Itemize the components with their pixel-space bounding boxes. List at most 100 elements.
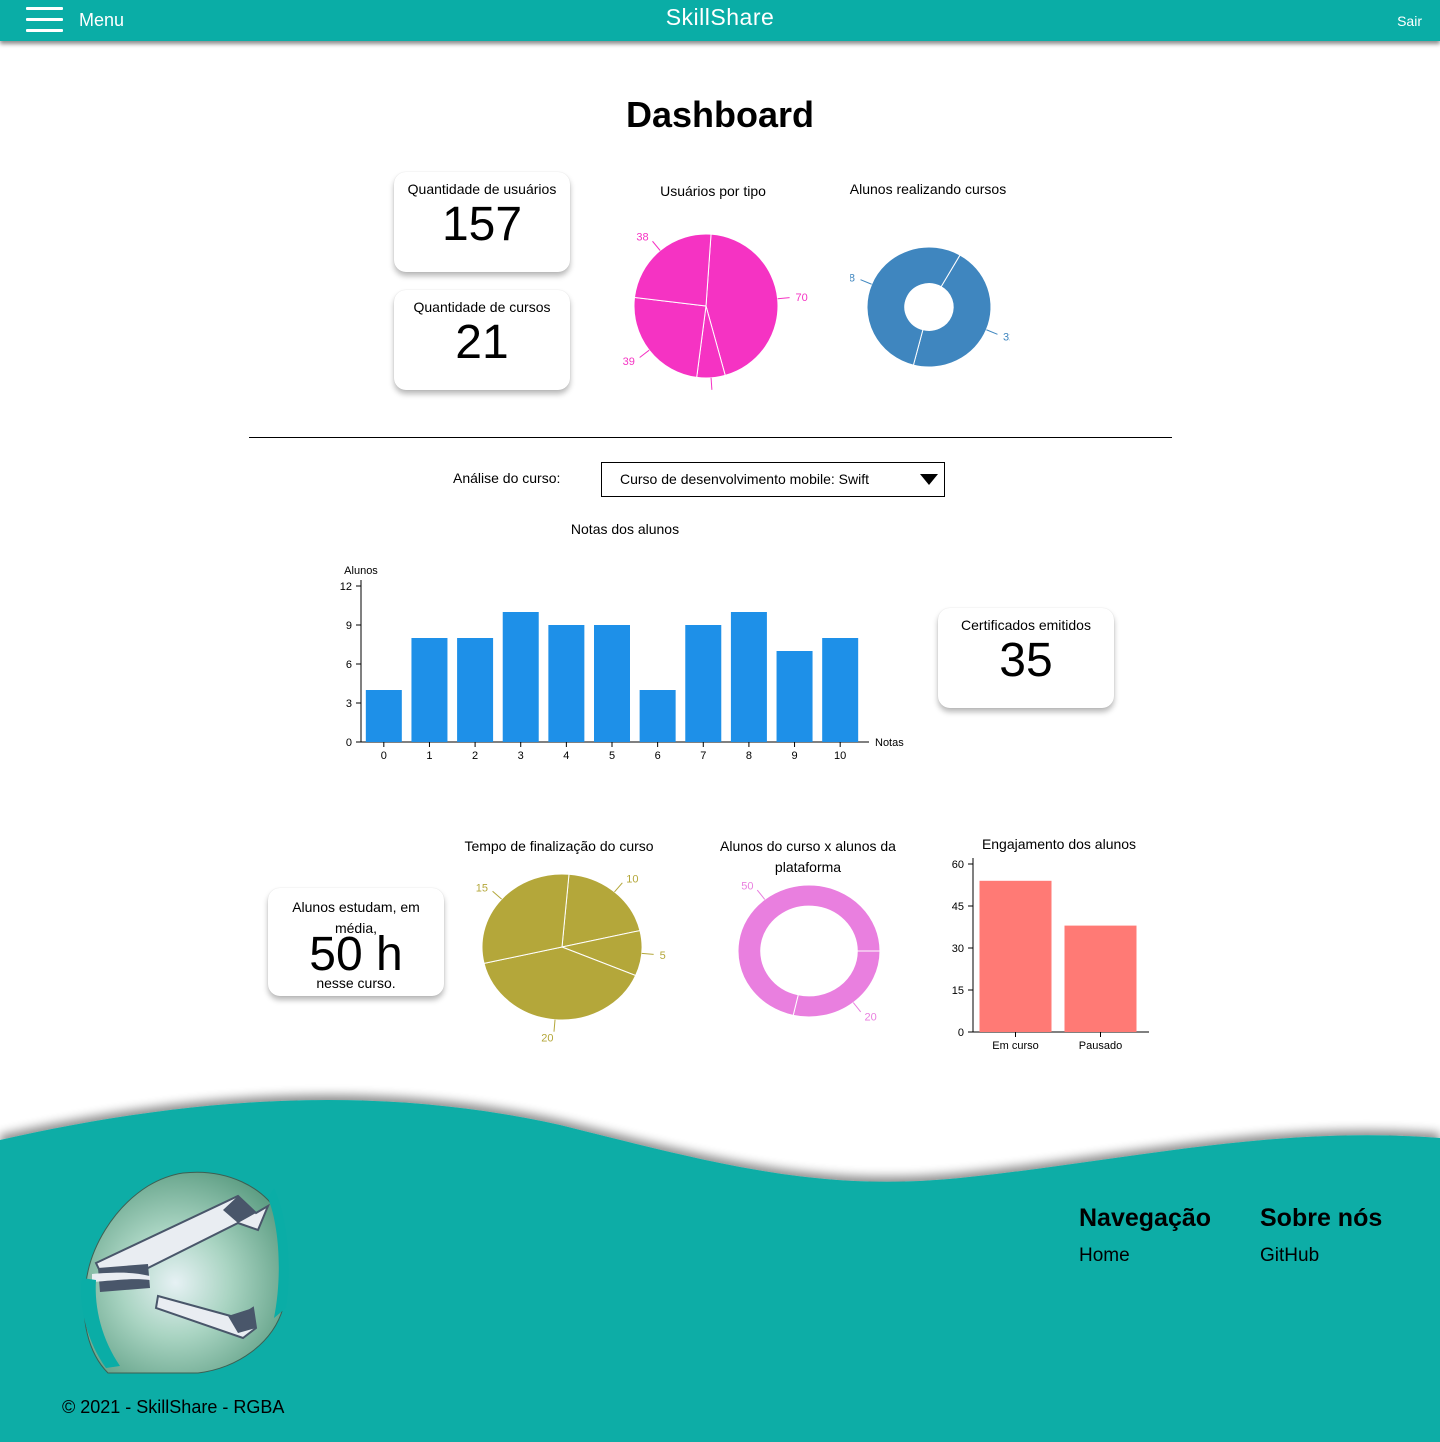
grades-bar — [639, 690, 676, 742]
users-by-type-slice — [633, 233, 712, 307]
top-bar: Menu SkillShare Sair — [0, 0, 1440, 41]
skillshare-logo — [81, 1171, 289, 1374]
engagement-y-tick-label: 0 — [958, 1027, 964, 1039]
users-by-type-label-leader — [639, 349, 650, 358]
certificates-value: 35 — [999, 634, 1053, 687]
students-in-courses-label-leader — [986, 329, 998, 335]
section-divider — [249, 437, 1172, 438]
page-title: Dashboard — [625, 94, 815, 135]
engagement-y-tick-label: 30 — [952, 943, 964, 955]
engagement-y-tick-label: 45 — [952, 901, 964, 913]
grades-x-tick-label: 0 — [381, 750, 387, 762]
users-by-type-pie-chart: 70103938 — [623, 232, 808, 390]
grades-bar — [457, 638, 494, 742]
grades-x-tick-label: 3 — [518, 750, 524, 762]
engagement-chart-title: Engajamento dos alunos — [981, 836, 1137, 852]
grades-x-tick-label: 10 — [834, 750, 846, 762]
grades-y-tick-label: 9 — [346, 620, 352, 632]
students-in-courses-label-leader — [860, 279, 872, 285]
users-count-value: 157 — [441, 198, 523, 251]
course-select-value: Curso de desenvolvimento mobile: Swift — [620, 471, 870, 487]
grades-bar — [411, 638, 448, 742]
users-by-type-slice-label: 38 — [636, 232, 648, 244]
courses-count-label: Quantidade de cursos — [413, 299, 551, 315]
users-by-type-title: Usuários por tipo — [660, 183, 766, 199]
completion-time-pie-chart: 10 5 20 15 — [476, 873, 666, 1043]
grades-bar — [685, 625, 722, 742]
footer-nav-heading: Navegação — [1079, 1204, 1212, 1232]
study-time-card: Alunos estudam, em média, 50 h nesse cur… — [268, 888, 444, 996]
users-by-type-label-leader — [710, 377, 713, 390]
study-time-label-bottom: nesse curso. — [316, 975, 396, 991]
grades-bar — [822, 638, 859, 742]
users-by-type-slice-label: 39 — [623, 356, 635, 368]
footer-home-link[interactable]: Home — [1079, 1245, 1130, 1267]
completion-time-slice-label: 5 — [660, 950, 666, 962]
users-by-type-label-leader — [652, 240, 661, 251]
completion-time-slice-label: 20 — [541, 1033, 553, 1043]
engagement-bar — [1064, 925, 1137, 1032]
courses-count-card: Quantidade de cursos 21 — [394, 290, 570, 390]
grades-x-tick-label: 5 — [609, 750, 615, 762]
grades-bar-chart: 0369120 1 2 3 4 5 6 7 8 9 10AlunosNotas — [340, 565, 904, 762]
grades-bar — [548, 625, 585, 742]
engagement-y-tick-label: 60 — [952, 859, 964, 871]
completion-time-label-leader — [553, 1019, 556, 1032]
grades-y-axis-label: Alunos — [344, 565, 378, 577]
grades-x-tick-label: 8 — [746, 750, 752, 762]
course-select-dropdown[interactable]: Curso de desenvolvimento mobile: Swift — [601, 462, 945, 497]
grades-bar — [594, 625, 630, 742]
course-select-label: Análise do curso: — [453, 470, 561, 486]
grades-x-tick-label: 1 — [426, 750, 432, 762]
course-vs-platform-label-leader — [852, 1002, 862, 1013]
grades-x-tick-label: 4 — [563, 750, 569, 762]
grades-x-tick-label: 9 — [791, 750, 797, 762]
grades-x-tick-label: 7 — [700, 750, 706, 762]
engagement-x-tick-label: Pausado — [1079, 1040, 1122, 1052]
grades-y-tick-label: 12 — [340, 581, 352, 593]
grades-x-tick-label: 2 — [472, 750, 478, 762]
engagement-y-tick-label: 15 — [952, 985, 964, 997]
users-count-card: Quantidade de usuários 157 — [394, 172, 570, 272]
grades-bar — [502, 612, 539, 742]
completion-time-label-leader — [614, 882, 623, 893]
study-time-value: 50 h — [309, 928, 403, 981]
logout-link[interactable]: Sair — [1397, 13, 1422, 29]
course-vs-platform-label-leader — [756, 889, 766, 900]
students-in-courses-title: Alunos realizando cursos — [849, 181, 1007, 197]
completion-time-slice-label: 10 — [626, 873, 638, 885]
certificates-label: Certificados emitidos — [961, 617, 1091, 633]
grades-y-tick-label: 0 — [346, 737, 352, 749]
footer-about-heading: Sobre nós — [1260, 1204, 1383, 1232]
grades-bar — [776, 651, 813, 742]
grades-x-axis-label: Notas — [875, 737, 904, 749]
completion-time-label-leader — [641, 952, 654, 955]
grades-y-tick-label: 6 — [346, 659, 352, 671]
footer-github-link[interactable]: GitHub — [1260, 1245, 1319, 1267]
students-in-courses-donut-chart: 32 38 — [850, 246, 1010, 368]
grades-chart-title: Notas dos alunos — [570, 521, 680, 537]
course-vs-platform-slice-label: 20 — [864, 1012, 876, 1024]
users-by-type-label-leader — [777, 297, 790, 300]
dropdown-arrow-icon — [920, 474, 938, 485]
course-vs-platform-slice — [792, 950, 881, 1018]
courses-count-value: 21 — [455, 316, 509, 369]
grades-x-tick-label: 6 — [655, 750, 661, 762]
completion-time-label-leader — [492, 890, 502, 900]
grades-bar — [365, 690, 402, 742]
users-by-type-slice — [633, 296, 707, 378]
students-in-courses-slice-label: 32 — [1003, 332, 1010, 344]
engagement-bar-chart: 0 15 30 45 60 Em curso Pausado — [952, 858, 1149, 1052]
users-by-type-slice-label: 70 — [796, 292, 808, 304]
completion-time-slice-label: 15 — [476, 882, 488, 894]
course-vs-platform-slice-label: 50 — [741, 880, 753, 892]
copyright-text: © 2021 - SkillShare - RGBA — [62, 1397, 285, 1417]
completion-time-title: Tempo de finalização do curso — [464, 838, 654, 854]
users-count-label: Quantidade de usuários — [407, 181, 557, 197]
course-vs-platform-donut-chart: 2050 — [737, 880, 881, 1024]
engagement-bar — [979, 880, 1052, 1032]
grades-bar — [730, 612, 767, 742]
students-in-courses-slice-label: 38 — [850, 272, 855, 284]
brand-title: SkillShare — [665, 4, 775, 30]
grades-y-tick-label: 3 — [346, 698, 352, 710]
